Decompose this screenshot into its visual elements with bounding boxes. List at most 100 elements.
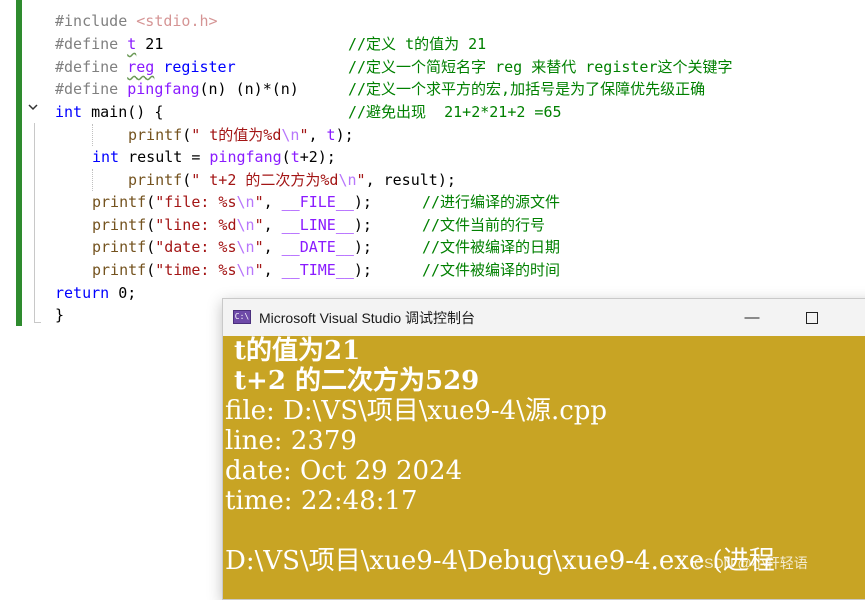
code-line-2[interactable]: #define t 21: [55, 33, 163, 55]
string-literal: " t的值为%d: [191, 126, 282, 144]
macro-value: (n) (n)*(n): [199, 80, 299, 98]
console-output-line: t的值为21: [225, 336, 361, 366]
paren: );: [353, 216, 372, 234]
paren: (: [146, 238, 156, 256]
indent-guide: [92, 124, 93, 146]
console-output-line: D:\VS\项目\xue9-4\Debug\xue9-4.exe (进程: [225, 546, 775, 576]
code-comment: //定义一个简短名字 reg 来替代 register这个关键字: [348, 58, 733, 76]
variable: result: [383, 171, 438, 189]
macro-name: reg: [127, 58, 155, 76]
function-name: printf: [92, 193, 147, 211]
macro-value: 21: [136, 35, 164, 53]
code-line-8[interactable]: printf(" t+2 的二次方为%d\n", result);: [128, 169, 456, 191]
code-line-10[interactable]: printf("line: %d\n", __LINE__);: [92, 214, 372, 236]
paren: (: [146, 193, 156, 211]
function-name: printf: [92, 216, 147, 234]
change-indicator-bar: [16, 0, 22, 326]
code-line-11[interactable]: printf("date: %s\n", __DATE__);: [92, 236, 372, 258]
comma: ,: [263, 261, 282, 279]
fold-guide-line: [34, 123, 35, 323]
preprocessor-keyword: #define: [55, 80, 128, 98]
paren: );: [353, 238, 372, 256]
console-output-line: file: D:\VS\项目\xue9-4\源.cpp: [225, 396, 608, 426]
return-keyword: return: [55, 284, 110, 302]
code-line-5[interactable]: int main() {: [55, 101, 163, 123]
code-line-1[interactable]: #include <stdio.h>: [55, 10, 218, 32]
code-comment: //文件当前的行号: [422, 216, 546, 234]
paren: );: [353, 193, 372, 211]
fold-guide-end: [34, 322, 41, 323]
code-line-6[interactable]: printf(" t的值为%d\n", t);: [128, 124, 354, 146]
code-line-4[interactable]: #define pingfang(n) (n)*(n): [55, 78, 299, 100]
macro-reference: __TIME__: [281, 261, 354, 279]
string-literal: ": [254, 216, 264, 234]
string-literal: "time: %s: [155, 261, 237, 279]
comma: ,: [365, 171, 384, 189]
code-comment: //定义一个求平方的宏,加括号是为了保障优先级正确: [348, 80, 706, 98]
comma: ,: [263, 193, 282, 211]
function-name: printf: [128, 171, 183, 189]
string-literal: " t+2 的二次方为%d: [191, 171, 339, 189]
paren: );: [335, 126, 354, 144]
console-output-line: time: 22:48:17: [225, 486, 418, 516]
function-name: printf: [92, 238, 147, 256]
preprocessor-keyword: #include: [55, 12, 137, 30]
comma: ,: [263, 238, 282, 256]
escape-sequence: \n: [281, 126, 300, 144]
code-line-3[interactable]: #define reg register: [55, 56, 236, 78]
escape-sequence: \n: [338, 171, 357, 189]
include-header: <stdio.h>: [136, 12, 218, 30]
string-literal: "file: %s: [155, 193, 237, 211]
macro-reference: t: [290, 148, 300, 166]
type-keyword: int: [92, 148, 120, 166]
macro-reference: __LINE__: [281, 216, 354, 234]
main-signature: main() {: [82, 103, 164, 121]
escape-sequence: \n: [236, 216, 255, 234]
return-value: 0;: [109, 284, 137, 302]
function-name: printf: [128, 126, 183, 144]
preprocessor-keyword: #define: [55, 35, 128, 53]
code-comment: //文件被编译的日期: [422, 238, 561, 256]
close-button[interactable]: ✕: [849, 299, 865, 336]
escape-sequence: \n: [236, 193, 255, 211]
paren: (: [182, 126, 192, 144]
code-line-14[interactable]: }: [55, 304, 64, 326]
code-line-12[interactable]: printf("time: %s\n", __TIME__);: [92, 259, 372, 281]
code-comment: //进行编译的源文件: [422, 193, 561, 211]
console-output-line: t+2 的二次方为529: [225, 366, 480, 396]
closing-brace: }: [55, 306, 65, 324]
macro-reference: __DATE__: [281, 238, 354, 256]
code-line-7[interactable]: int result = pingfang(t+2);: [92, 146, 336, 168]
code-line-13[interactable]: return 0;: [55, 282, 136, 304]
paren: (: [281, 148, 291, 166]
indent-guide: [92, 169, 93, 191]
console-title: Microsoft Visual Studio 调试控制台: [259, 310, 476, 326]
macro-reference: __FILE__: [281, 193, 354, 211]
preprocessor-keyword: #define: [55, 58, 128, 76]
macro-value: register: [163, 58, 236, 76]
minimize-button[interactable]: —: [729, 299, 775, 336]
code-line-9[interactable]: printf("file: %s\n", __FILE__);: [92, 191, 372, 213]
paren: );: [317, 148, 336, 166]
console-output-line: line: 2379: [225, 426, 357, 456]
string-literal: ": [356, 171, 366, 189]
string-literal: ": [254, 261, 264, 279]
function-name: printf: [92, 261, 147, 279]
paren: (: [146, 216, 156, 234]
string-literal: "date: %s: [155, 238, 237, 256]
code-comment: //定义 t的值为 21: [348, 35, 487, 53]
assignment: result =: [119, 148, 210, 166]
console-app-icon: C:\: [233, 310, 251, 324]
macro-name: pingfang: [127, 80, 200, 98]
maximize-icon: [806, 312, 818, 325]
console-titlebar[interactable]: C:\ Microsoft Visual Studio 调试控制台 — ✕: [223, 299, 865, 336]
type-keyword: int: [55, 103, 83, 121]
console-output-line: date: Oct 29 2024: [225, 456, 463, 486]
code-comment: //文件被编译的时间: [422, 261, 561, 279]
maximize-button[interactable]: [789, 299, 835, 336]
number-literal: 2: [308, 148, 318, 166]
chevron-down-icon[interactable]: [27, 101, 39, 117]
code-comment: //避免出现 21+2*21+2 =65: [348, 103, 562, 121]
paren: );: [437, 171, 456, 189]
operator: +: [299, 148, 309, 166]
